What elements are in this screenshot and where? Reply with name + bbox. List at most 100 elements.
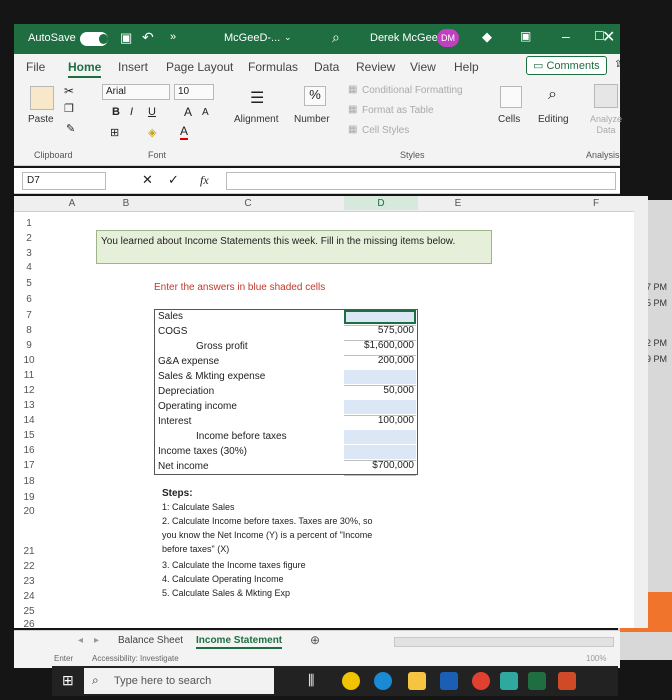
accessibility-status[interactable]: Accessibility: Investigate (92, 654, 179, 663)
row-number-2[interactable]: 2 (14, 233, 44, 244)
column-c[interactable]: C (240, 198, 256, 209)
editing-search-icon[interactable]: ⌕ (548, 86, 557, 104)
cells-button[interactable]: Cells (498, 114, 520, 125)
underline-button[interactable]: U (148, 106, 156, 118)
document-name[interactable]: McGeeD-... (224, 32, 280, 44)
row-number-10[interactable]: 10 (14, 355, 44, 366)
row-number-18[interactable]: 18 (14, 476, 44, 487)
tab-formulas[interactable]: Formulas (248, 60, 298, 74)
editing-button[interactable]: Editing (538, 114, 569, 125)
ribbon-display-icon[interactable]: ▣ (520, 29, 531, 43)
row-number-25[interactable]: 25 (14, 606, 44, 617)
app-icon-2[interactable] (500, 672, 518, 690)
row-number-6[interactable]: 6 (14, 294, 44, 305)
tab-home[interactable]: Home (68, 60, 102, 78)
insert-function-icon[interactable]: fx (200, 173, 209, 188)
row-number-15[interactable]: 15 (14, 430, 44, 441)
task-view-icon[interactable]: ⫼ (308, 672, 314, 689)
row-number-1[interactable]: 1 (14, 218, 44, 229)
column-f[interactable]: F (588, 198, 604, 209)
shrink-font-button[interactable]: A (202, 107, 209, 118)
save-icon[interactable]: ▣ (120, 30, 132, 46)
value-cell[interactable]: 100,000 (344, 415, 416, 429)
chrome-icon[interactable] (342, 672, 360, 690)
row-number-13[interactable]: 13 (14, 400, 44, 411)
prev-sheet-icon[interactable]: ◂ (78, 635, 83, 646)
share-icon[interactable]: ⇪ (614, 59, 622, 70)
app-icon[interactable] (472, 672, 490, 690)
formula-input[interactable] (226, 172, 616, 190)
row-number-22[interactable]: 22 (14, 561, 44, 572)
app-icon-3[interactable] (558, 672, 576, 690)
format-as-table-icon[interactable]: ▦ (348, 104, 357, 115)
format-as-table-button[interactable]: Format as Table (362, 105, 434, 116)
autosave-toggle[interactable]: On (80, 32, 108, 46)
alignment-icon[interactable]: ☰ (250, 88, 264, 108)
tab-help[interactable]: Help (454, 60, 479, 74)
paste-icon[interactable] (30, 86, 54, 110)
cells-icon[interactable] (500, 86, 522, 108)
cell-styles-button[interactable]: Cell Styles (362, 125, 409, 136)
user-name[interactable]: Derek McGee (370, 32, 438, 44)
edge-icon[interactable] (374, 672, 392, 690)
cut-icon[interactable]: ✂ (64, 84, 74, 98)
conditional-formatting-button[interactable]: Conditional Formatting (362, 85, 463, 96)
word-icon[interactable] (440, 672, 458, 690)
enter-icon[interactable]: ✓ (168, 172, 179, 188)
grow-font-button[interactable]: A (184, 105, 192, 119)
horizontal-scrollbar[interactable] (394, 637, 614, 647)
name-box[interactable]: D7 (22, 172, 106, 190)
file-explorer-icon[interactable] (408, 672, 426, 690)
row-number-19[interactable]: 19 (14, 492, 44, 503)
excel-icon[interactable] (528, 672, 546, 690)
column-d[interactable]: D (344, 196, 418, 210)
column-e[interactable]: E (450, 198, 466, 209)
cancel-icon[interactable]: ✕ (142, 172, 153, 188)
tab-insert[interactable]: Insert (118, 60, 148, 74)
conditional-formatting-icon[interactable]: ▦ (348, 84, 357, 95)
diamond-icon[interactable]: ◆ (482, 29, 492, 45)
bold-button[interactable]: B (112, 106, 120, 118)
fill-color-icon[interactable]: ◈ (148, 126, 156, 139)
tab-balance-sheet[interactable]: Balance Sheet (118, 635, 183, 646)
search-icon[interactable]: ⌕ (332, 29, 340, 46)
tab-income-statement[interactable]: Income Statement (196, 635, 283, 649)
answer-cell[interactable] (344, 310, 416, 324)
value-cell[interactable]: $700,000 (344, 460, 416, 474)
row-number-17[interactable]: 17 (14, 460, 44, 471)
row-number-11[interactable]: 11 (14, 370, 44, 381)
add-sheet-icon[interactable]: ⊕ (310, 633, 320, 647)
value-cell[interactable]: 50,000 (344, 385, 416, 399)
row-number-3[interactable]: 3 (14, 248, 44, 259)
row-number-24[interactable]: 24 (14, 591, 44, 602)
tab-data[interactable]: Data (314, 60, 339, 74)
answer-cell[interactable] (344, 445, 416, 459)
row-number-4[interactable]: 4 (14, 262, 44, 273)
row-number-9[interactable]: 9 (14, 340, 44, 351)
tab-view[interactable]: View (410, 60, 436, 74)
avatar[interactable]: DM (437, 29, 459, 47)
row-number-8[interactable]: 8 (14, 325, 44, 336)
taskbar-search[interactable]: ⌕ Type here to search (84, 668, 274, 694)
copy-icon[interactable]: ❐ (64, 102, 74, 115)
borders-icon[interactable]: ⊞ (110, 126, 119, 139)
row-number-23[interactable]: 23 (14, 576, 44, 587)
number-button[interactable]: Number (294, 114, 330, 125)
analyze-data-icon[interactable] (594, 84, 618, 108)
row-number-12[interactable]: 12 (14, 385, 44, 396)
next-sheet-icon[interactable]: ▸ (94, 635, 99, 646)
close-icon[interactable]: ✕ (602, 27, 615, 47)
vertical-scrollbar[interactable] (634, 196, 648, 628)
answer-cell[interactable] (344, 370, 416, 384)
percent-icon[interactable]: % (304, 86, 326, 106)
chevron-down-icon[interactable]: ⌄ (284, 32, 292, 43)
alignment-button[interactable]: Alignment (234, 114, 278, 125)
format-painter-icon[interactable]: ✎ (66, 122, 75, 135)
row-number-5[interactable]: 5 (14, 278, 44, 289)
row-number-7[interactable]: 7 (14, 310, 44, 321)
paste-button[interactable]: Paste (28, 114, 54, 125)
italic-button[interactable]: I (130, 106, 133, 118)
font-color-button[interactable]: A (180, 124, 189, 140)
font-size-select[interactable]: 10 (174, 84, 214, 100)
cell-styles-icon[interactable]: ▦ (348, 124, 357, 135)
